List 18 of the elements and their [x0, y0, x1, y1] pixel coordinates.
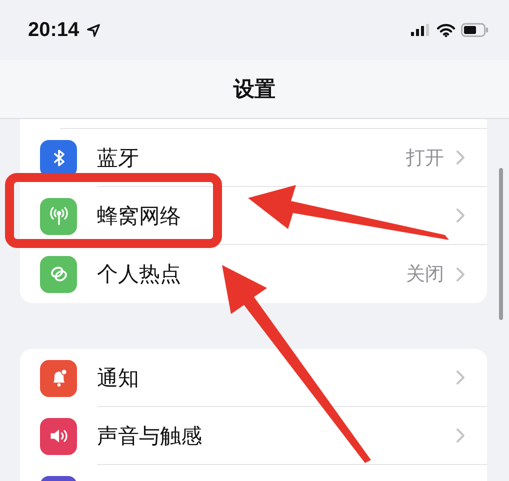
battery-icon [461, 23, 489, 37]
chevron-icon [456, 370, 465, 385]
row-label[interactable]: 声音与触感 [97, 422, 202, 450]
row-label[interactable]: 蓝牙 [97, 144, 139, 172]
chevron-icon [456, 428, 465, 443]
status-time: 20:14 [28, 18, 80, 42]
chevron-icon [456, 150, 465, 165]
row-label[interactable]: 个人热点 [97, 260, 181, 288]
wifi-icon [437, 24, 455, 36]
row-value: 关闭 [406, 262, 444, 287]
row-label[interactable]: 通知 [97, 364, 139, 392]
row-value: 打开 [406, 146, 444, 170]
page-title: 设置 [234, 76, 276, 103]
row-label[interactable]: 蜂窝网络 [97, 202, 181, 230]
chevron-icon [456, 208, 465, 223]
chevron-icon [456, 266, 465, 282]
signal-icon [411, 24, 431, 36]
scrollbar[interactable] [499, 168, 503, 320]
